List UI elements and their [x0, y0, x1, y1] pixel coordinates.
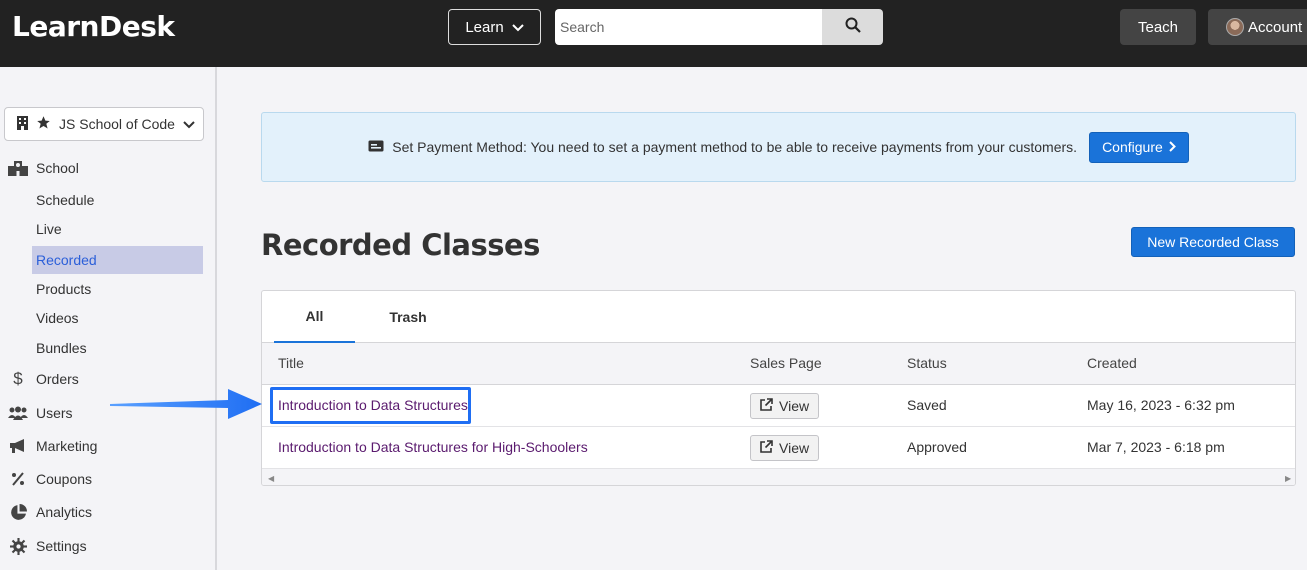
sidebar-item-label: Marketing — [36, 438, 98, 454]
tab-trash[interactable]: Trash — [372, 291, 444, 343]
account-button[interactable]: Account — [1208, 9, 1307, 45]
scroll-right-arrow-icon[interactable]: ▶ — [1285, 474, 1291, 483]
learn-label: Learn — [465, 18, 504, 36]
created-date: May 16, 2023 - 6:32 pm — [1087, 397, 1235, 413]
search-icon — [845, 17, 861, 38]
sidebar-item-products[interactable]: Products — [36, 281, 91, 297]
table-row: Introduction to Data Structures View Sav… — [262, 385, 1295, 427]
created-date: Mar 7, 2023 - 6:18 pm — [1087, 439, 1225, 455]
sidebar-item-schedule[interactable]: Schedule — [36, 192, 94, 208]
brand-logo[interactable]: LearnDesk — [12, 10, 175, 43]
avatar — [1226, 18, 1244, 36]
tab-all[interactable]: All — [274, 291, 355, 343]
scroll-left-arrow-icon[interactable]: ◀ — [268, 474, 274, 483]
sidebar-item-marketing[interactable]: Marketing — [8, 437, 97, 455]
school-icon — [8, 159, 28, 177]
sidebar-item-analytics[interactable]: Analytics — [8, 503, 92, 521]
sidebar-item-live[interactable]: Live — [36, 221, 62, 237]
sidebar-item-settings[interactable]: Settings — [8, 537, 87, 555]
chevron-down-icon — [183, 116, 195, 132]
sidebar-item-school[interactable]: School — [8, 159, 79, 177]
view-sales-page-button[interactable]: View — [750, 393, 820, 419]
school-selector[interactable]: JS School of Code — [4, 107, 204, 141]
column-header-sales-page: Sales Page — [750, 355, 822, 371]
building-icon — [17, 115, 28, 133]
sidebar-item-videos[interactable]: Videos — [36, 310, 79, 326]
search-button[interactable] — [822, 9, 883, 45]
sidebar-item-coupons[interactable]: Coupons — [8, 470, 92, 488]
teach-button[interactable]: Teach — [1120, 9, 1196, 45]
view-sales-page-button[interactable]: View — [750, 435, 820, 461]
horizontal-scrollbar[interactable]: ◀ ▶ — [262, 469, 1295, 485]
sidebar-item-label: Users — [36, 405, 73, 421]
recorded-classes-card: All Trash Title Sales Page Status Create… — [261, 290, 1296, 486]
page-title: Recorded Classes — [261, 228, 540, 262]
sidebar: JS School of Code — [0, 67, 217, 570]
percent-icon — [8, 470, 28, 488]
column-header-title[interactable]: Title — [278, 355, 304, 371]
account-label: Account — [1248, 18, 1303, 36]
megaphone-icon — [8, 437, 28, 455]
sidebar-item-users[interactable]: Users — [8, 404, 73, 422]
table-row: Introduction to Data Structures for High… — [262, 427, 1295, 469]
sidebar-item-label: Settings — [36, 538, 87, 554]
class-title-link[interactable]: Introduction to Data Structures for High… — [278, 439, 588, 455]
gear-icon — [8, 537, 28, 555]
configure-button[interactable]: Configure — [1089, 131, 1189, 163]
search-bar — [555, 9, 883, 45]
sidebar-item-label: Coupons — [36, 471, 93, 487]
column-header-created[interactable]: Created — [1087, 355, 1137, 371]
banner-text: Set Payment Method: You need to set a pa… — [392, 139, 1078, 155]
new-recorded-class-button[interactable]: New Recorded Class — [1131, 227, 1295, 257]
class-title-link[interactable]: Introduction to Data Structures — [278, 397, 468, 413]
search-input[interactable] — [555, 9, 822, 45]
chevron-down-icon — [511, 19, 524, 36]
card-icon — [368, 139, 384, 155]
status-text: Saved — [907, 397, 947, 413]
external-link-icon — [760, 398, 773, 414]
sidebar-item-orders[interactable]: $ Orders — [8, 369, 79, 388]
school-name: JS School of Code — [59, 116, 175, 132]
status-text: Approved — [907, 439, 967, 455]
payment-method-banner: Set Payment Method: You need to set a pa… — [261, 112, 1296, 182]
table-header: Title Sales Page Status Created — [262, 343, 1295, 385]
chevron-right-icon — [1169, 139, 1176, 155]
dollar-icon: $ — [13, 369, 23, 388]
sidebar-item-label: Orders — [36, 371, 79, 387]
column-header-status[interactable]: Status — [907, 355, 947, 371]
sidebar-item-bundles[interactable]: Bundles — [36, 340, 87, 356]
sidebar-item-recorded[interactable]: Recorded — [32, 246, 203, 274]
configure-label: Configure — [1102, 139, 1163, 155]
pointer-arrow-icon — [110, 389, 262, 419]
users-icon — [8, 404, 28, 422]
learn-dropdown-button[interactable]: Learn — [448, 9, 541, 45]
top-bar: LearnDesk Learn Teach Account — [0, 0, 1307, 67]
external-link-icon — [760, 440, 773, 456]
sidebar-item-label: Analytics — [36, 504, 93, 520]
view-label: View — [779, 440, 810, 456]
star-icon — [36, 115, 51, 133]
tab-bar: All Trash — [262, 291, 1295, 343]
view-label: View — [779, 398, 810, 414]
sidebar-item-label: School — [36, 160, 79, 176]
pie-chart-icon — [8, 503, 28, 521]
